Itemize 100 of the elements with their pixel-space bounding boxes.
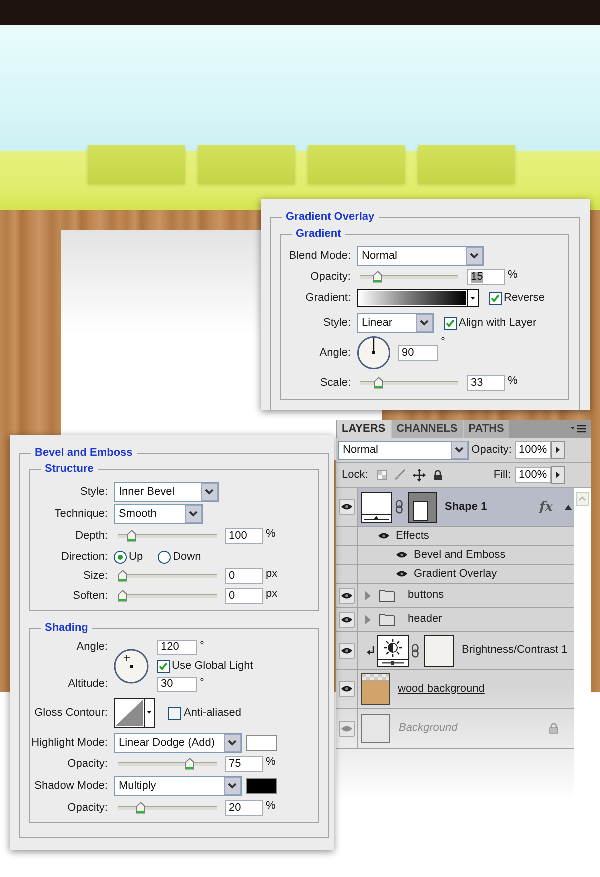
effects-fx-label[interactable]: fx — [540, 500, 553, 514]
effect-name: Effects — [396, 530, 430, 542]
caret-down-icon — [144, 699, 154, 727]
number-field[interactable]: 30 — [157, 677, 197, 692]
field-label: Gloss Contour: — [34, 706, 108, 720]
radio-button[interactable] — [158, 550, 172, 564]
checkbox[interactable] — [444, 316, 457, 330]
number-field[interactable]: 90 — [398, 345, 438, 361]
number-field[interactable]: 120 — [157, 640, 197, 655]
unit-label: % — [508, 375, 518, 388]
chevron-down-icon — [224, 734, 241, 752]
checkbox-label: Reverse — [504, 292, 545, 304]
unit-label: % — [266, 528, 276, 541]
caret-right-icon[interactable] — [551, 441, 565, 459]
layer-name: Shape 1 — [445, 500, 488, 514]
number-field[interactable]: 0 — [225, 568, 263, 584]
layer-row[interactable]: wood background — [358, 670, 574, 708]
slider-thumb[interactable] — [374, 377, 384, 389]
group-title: Gradient Overlay — [285, 210, 376, 224]
highlight-mode-dropdown[interactable]: Linear Dodge (Add) — [114, 733, 242, 753]
checkbox[interactable] — [157, 660, 170, 672]
blend-mode-dropdown[interactable]: Normal — [338, 440, 469, 460]
layer-row[interactable]: Shape 1 fx — [358, 488, 574, 526]
slider-thumb[interactable] — [118, 590, 128, 602]
caret-right-icon[interactable] — [551, 466, 565, 484]
contour-picker[interactable] — [114, 698, 155, 728]
layer-row[interactable]: buttons — [358, 584, 574, 607]
gradient-picker[interactable] — [357, 289, 479, 307]
slider-thumb[interactable] — [126, 530, 137, 542]
field-label: Opacity: — [68, 758, 108, 770]
eye-icon[interactable] — [338, 588, 354, 604]
panel-tab[interactable]: LAYERS — [337, 420, 391, 438]
slider-thumb[interactable] — [136, 802, 146, 814]
checkbox[interactable] — [168, 706, 181, 720]
brightness-contrast-icon — [377, 634, 409, 666]
field-label: Size: — [84, 570, 108, 582]
eye-icon[interactable] — [338, 499, 354, 515]
field-label: Depth: — [76, 530, 108, 542]
angle-dial[interactable] — [357, 336, 391, 370]
chevron-down-icon — [201, 483, 218, 501]
field-label: Angle: — [76, 641, 108, 654]
style-dropdown[interactable]: Inner Bevel — [114, 482, 219, 502]
field-label: Scale: — [320, 376, 351, 390]
unit-label: ° — [441, 336, 446, 349]
layer-row[interactable]: Brightness/Contrast 1 — [358, 632, 574, 669]
effect-name: Gradient Overlay — [414, 568, 498, 580]
technique-dropdown[interactable]: Smooth — [114, 504, 203, 524]
checkbox[interactable] — [489, 292, 502, 304]
eye-icon[interactable] — [378, 532, 390, 540]
blend-mode-dropdown[interactable]: Normal — [357, 246, 484, 266]
panel-menu-icon[interactable] — [571, 425, 586, 433]
panel-tab[interactable]: PATHS — [462, 420, 510, 438]
mask-thumbnail — [408, 492, 437, 522]
checkbox-label: Use Global Light — [172, 660, 254, 672]
wood-thumbnail — [361, 673, 390, 705]
unit-label: ° — [200, 677, 204, 690]
eye-icon[interactable] — [396, 551, 408, 559]
caret-up-icon[interactable] — [565, 504, 572, 510]
eye-icon[interactable] — [396, 570, 408, 578]
chevron-down-icon — [416, 314, 433, 332]
light-angle-dial[interactable] — [114, 648, 149, 684]
group-title: Bevel and Emboss — [34, 446, 134, 460]
chain-link-icon[interactable] — [412, 644, 419, 658]
number-field[interactable]: 20 — [225, 800, 263, 816]
eye-icon[interactable] — [338, 612, 354, 628]
color-swatch-icon[interactable] — [246, 735, 277, 751]
layer-name: Background — [399, 722, 458, 735]
chain-link-icon[interactable] — [396, 500, 403, 514]
slider-thumb[interactable] — [118, 570, 128, 582]
layer-row[interactable]: header — [358, 608, 574, 631]
eye-icon[interactable] — [338, 642, 354, 658]
layer-thumbnail — [361, 714, 390, 743]
slider-thumb[interactable] — [184, 758, 195, 770]
number-field[interactable]: 15 — [467, 269, 505, 285]
slider-thumb[interactable] — [373, 271, 384, 283]
layer-name: buttons — [408, 589, 444, 602]
style-dropdown[interactable]: Linear — [357, 313, 434, 333]
effect-name: Bevel and Emboss — [414, 548, 506, 562]
number-field[interactable]: 33 — [467, 375, 505, 391]
field-label: Technique: — [54, 508, 108, 520]
layer-name: Brightness/Contrast 1 — [462, 644, 568, 657]
radio-button[interactable] — [114, 550, 127, 564]
field-label: Shadow Mode: — [34, 780, 108, 792]
number-field[interactable]: 100% — [515, 467, 551, 483]
field-label: Opacity: — [68, 802, 108, 814]
field-label: Blend Mode: — [289, 250, 351, 262]
lock-icon[interactable] — [433, 470, 444, 480]
eye-icon[interactable] — [338, 681, 354, 697]
number-field[interactable]: 100% — [515, 441, 551, 459]
transparency-lock-icon[interactable] — [377, 470, 388, 480]
number-field[interactable]: 100 — [225, 528, 263, 544]
number-field[interactable]: 0 — [225, 588, 263, 604]
shadow-mode-dropdown[interactable]: Multiply — [114, 776, 242, 796]
caret-down-icon — [467, 290, 478, 306]
panel-tab[interactable]: CHANNELS — [390, 420, 463, 438]
color-swatch-icon[interactable] — [246, 778, 277, 794]
shape-thumbnail — [361, 492, 392, 522]
chevron-down-icon — [224, 777, 241, 795]
move-icon[interactable] — [413, 468, 426, 482]
number-field[interactable]: 75 — [225, 756, 263, 772]
